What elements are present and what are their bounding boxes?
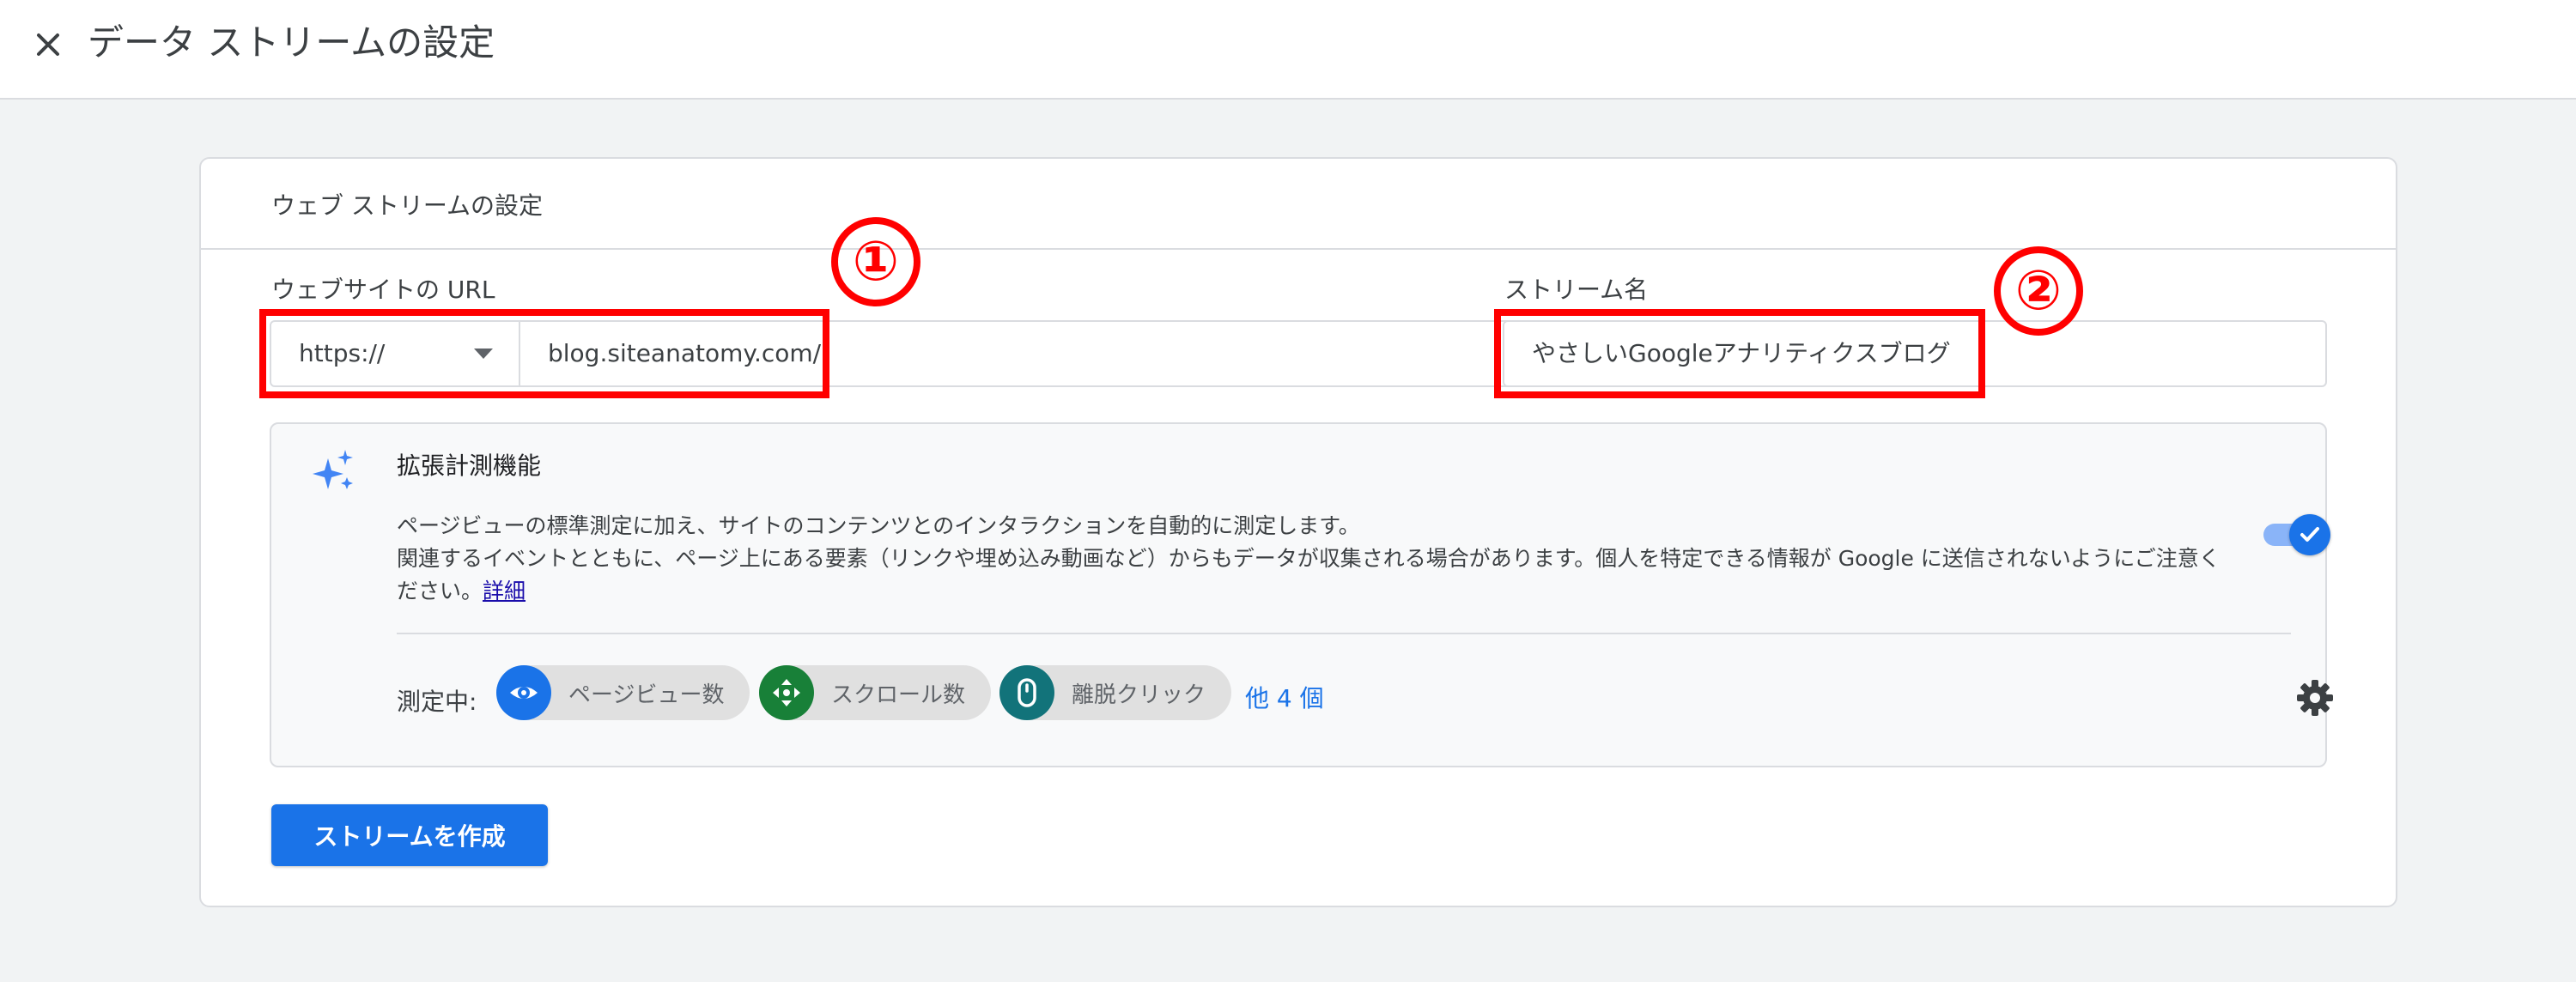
annotation-marker-2: ② [1994,246,2083,336]
stream-name-input[interactable]: やさしいGoogleアナリティクスブログ [1532,337,1951,370]
eye-icon [496,665,551,720]
card-header: ウェブ ストリームの設定 [201,159,2396,250]
stream-name-label: ストリーム名 [1504,276,1649,304]
dropdown-arrow-icon [474,348,493,364]
stream-name-field[interactable]: やさしいGoogleアナリティクスブログ [1503,320,2327,387]
description-line-3-container: ださい。詳細 [397,575,526,608]
web-stream-settings-card: ウェブ ストリームの設定 ウェブサイトの URL https:// blog.s… [199,157,2397,907]
annotation-marker-1: ① [831,217,920,306]
card-title: ウェブ ストリームの設定 [271,191,544,220]
description-line-2: 関連するイベントとともに、ページ上にある要素（リンクや埋め込み動画など）からもデ… [397,546,2221,571]
enhanced-measurement-panel: 拡張計測機能 ページビューの標準測定に加え、サイトのコンテンツとのインタラクショ… [270,422,2333,767]
chip-label: 離脱クリック [1072,682,1206,708]
check-icon [2289,514,2330,555]
protocol-value: https:// [299,339,386,367]
chip-label: スクロール数 [831,682,966,708]
mouse-icon [999,665,1054,720]
top-bar: データ ストリームの設定 [0,0,2576,100]
gear-icon[interactable] [2294,677,2336,718]
website-url-label: ウェブサイトの URL [271,276,495,304]
description-line-3: ださい。 [397,579,483,603]
website-url-field: https:// blog.siteanatomy.com/ [270,320,1606,387]
close-icon[interactable] [26,22,70,67]
chip-scrolls: スクロール数 [759,665,992,720]
measuring-label: 測定中: [397,688,477,716]
chip-label: ページビュー数 [568,682,725,708]
chip-page-views: ページビュー数 [496,665,750,720]
url-input[interactable]: blog.siteanatomy.com/ [548,337,821,370]
enhanced-measurement-toggle[interactable] [2263,514,2330,555]
description-line-1: ページビューの標準測定に加え、サイトのコンテンツとのインタラクションを自動的に測… [397,513,1360,538]
enhanced-measurement-title: 拡張計測機能 [397,452,542,480]
scroll-arrows-icon [759,665,814,720]
divider [397,633,2291,634]
chip-outbound-clicks: 離脱クリック [999,665,1232,720]
more-link[interactable]: 他 4 個 [1245,682,1324,715]
protocol-select[interactable]: https:// [271,322,520,385]
sparkle-icon [311,448,357,498]
create-stream-button[interactable]: ストリームを作成 [271,804,548,866]
page-title: データ ストリームの設定 [88,21,495,64]
detail-link[interactable]: 詳細 [483,579,526,603]
